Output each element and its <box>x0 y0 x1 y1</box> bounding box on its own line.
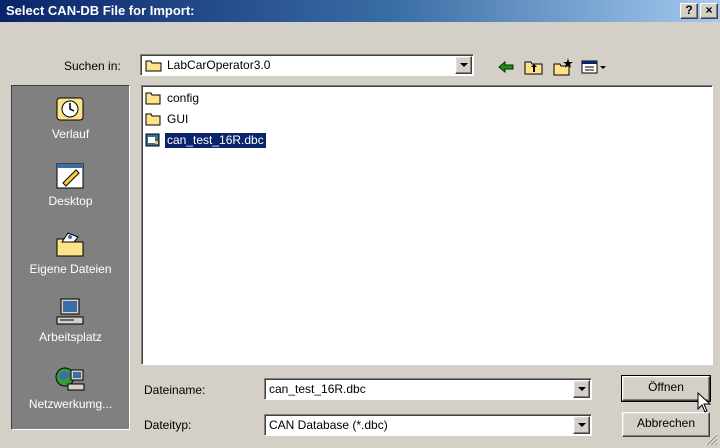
file-name: config <box>167 91 200 105</box>
places-bar: Verlauf Desktop Eigene Dateien Arbeitspl… <box>11 85 130 430</box>
file-list[interactable]: config GUI can_test_16R.dbc <box>141 85 713 365</box>
place-network[interactable]: Netzwerkumg... <box>12 361 129 425</box>
place-label: Verlauf <box>51 127 90 141</box>
filename-label: Dateiname: <box>144 383 206 397</box>
filename-dropdown-button[interactable] <box>573 380 590 398</box>
cancel-button[interactable]: Abbrechen <box>622 412 710 437</box>
lookin-value: LabCarOperator3.0 <box>167 58 271 72</box>
filetype-value: CAN Database (*.dbc) <box>269 418 388 432</box>
place-history[interactable]: Verlauf <box>12 91 129 155</box>
lookin-dropdown-button[interactable] <box>455 56 472 74</box>
folder-icon <box>145 92 161 105</box>
new-folder-icon[interactable] <box>552 56 574 78</box>
lookin-label: Suchen in: <box>64 59 121 73</box>
filename-combo[interactable]: can_test_16R.dbc <box>264 378 592 400</box>
folder-icon <box>145 60 162 72</box>
resize-grip-icon[interactable] <box>704 432 718 446</box>
place-desktop[interactable]: Desktop <box>12 158 129 222</box>
desktop-icon <box>56 163 84 189</box>
my-computer-icon <box>56 298 84 325</box>
place-my-computer[interactable]: Arbeitsplatz <box>12 294 129 358</box>
filetype-select[interactable]: CAN Database (*.dbc) <box>264 414 592 436</box>
place-label: Arbeitsplatz <box>39 330 102 344</box>
file-name: can_test_16R.dbc <box>164 132 267 149</box>
title-bar: Select CAN-DB File for Import: <box>0 0 720 22</box>
place-label: Eigene Dateien <box>29 262 112 276</box>
up-folder-icon[interactable] <box>523 56 545 78</box>
filetype-dropdown-button[interactable] <box>573 416 590 434</box>
lookin-combo[interactable]: LabCarOperator3.0 <box>140 54 474 76</box>
folder-icon <box>145 113 161 126</box>
place-label: Netzwerkumg... <box>28 397 113 411</box>
mouse-cursor-icon <box>697 392 712 413</box>
place-my-documents[interactable]: Eigene Dateien <box>12 226 129 290</box>
chevron-down-icon <box>578 387 586 391</box>
file-name: GUI <box>167 112 189 126</box>
chevron-down-icon <box>578 423 586 427</box>
chevron-down-icon <box>460 63 468 67</box>
view-menu-icon[interactable] <box>580 56 608 78</box>
close-button[interactable]: × <box>700 3 718 19</box>
history-icon <box>56 97 84 121</box>
help-button[interactable]: ? <box>680 3 698 19</box>
filetype-label: Dateityp: <box>144 418 192 432</box>
back-arrow-icon[interactable] <box>495 56 517 78</box>
dbc-file-icon <box>145 133 160 147</box>
place-label: Desktop <box>48 194 93 208</box>
window-title: Select CAN-DB File for Import: <box>6 3 195 18</box>
filename-input[interactable]: can_test_16R.dbc <box>269 382 366 396</box>
network-icon <box>55 367 85 391</box>
my-documents-icon <box>56 232 84 257</box>
